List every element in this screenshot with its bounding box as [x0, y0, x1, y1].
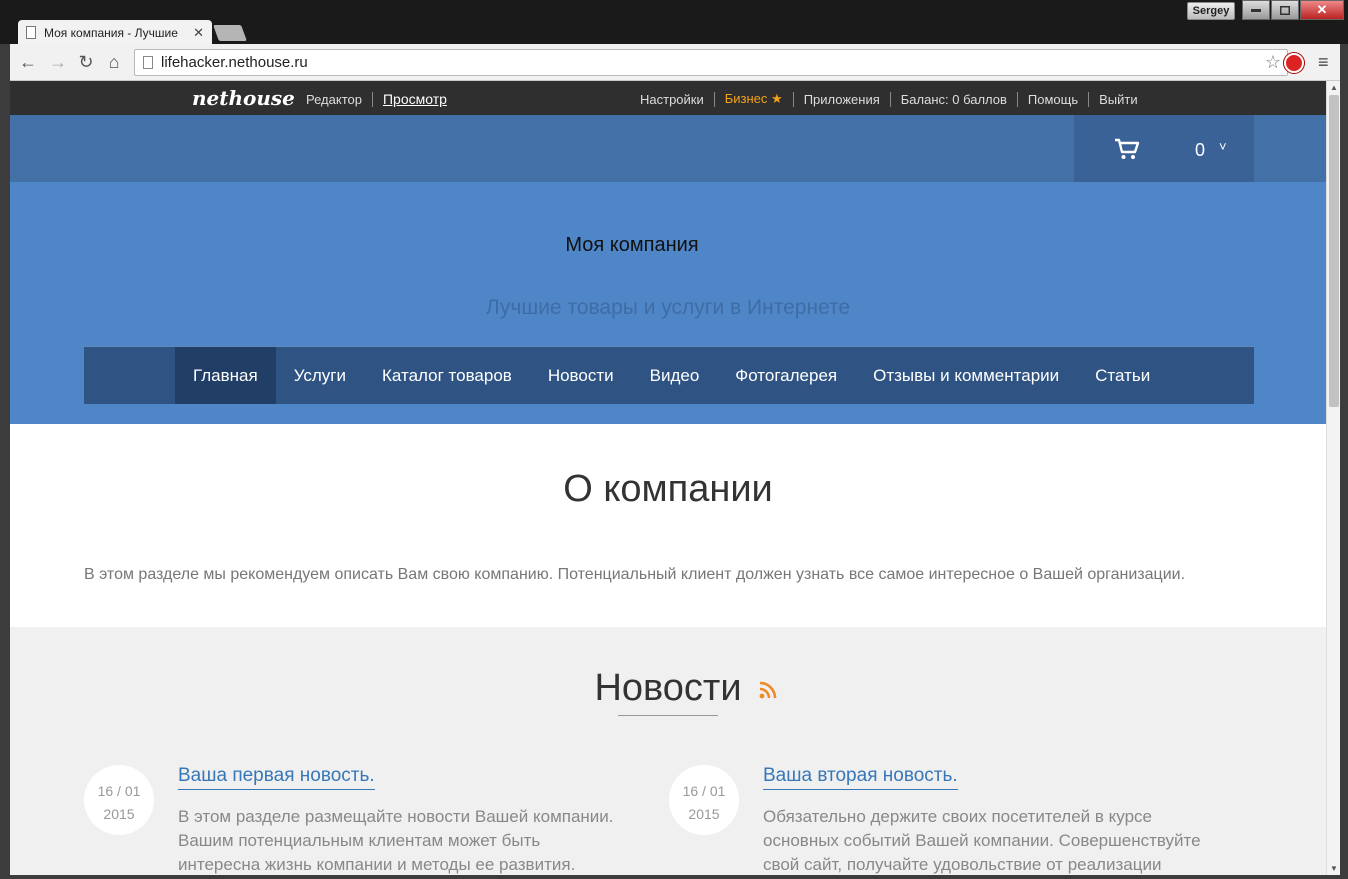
- tagline: Лучшие товары и услуги в Интернете: [485, 296, 851, 319]
- maximize-icon: [1280, 5, 1290, 15]
- browser-toolbar: ← → ↻ ⌂ lifehacker.nethouse.ru ☆ ≡: [10, 44, 1340, 81]
- news-year: 2015: [688, 806, 720, 822]
- cart-button[interactable]: 0 ˅: [1074, 115, 1254, 182]
- header-strip: 0 ˅: [10, 115, 1326, 182]
- bookmark-star-icon[interactable]: ☆: [1265, 50, 1281, 75]
- close-icon[interactable]: ✕: [193, 25, 204, 41]
- admin-bar: nethouse Редактор Просмотр Настройки Биз…: [10, 81, 1326, 115]
- nav-item-catalog[interactable]: Каталог товаров: [364, 347, 530, 404]
- maximize-button[interactable]: [1271, 0, 1299, 20]
- about-section: О компании В этом разделе мы рекомендуем…: [10, 424, 1326, 627]
- mode-switch: Редактор Просмотр: [306, 91, 447, 107]
- cart-icon: [1115, 138, 1140, 159]
- reload-icon[interactable]: ↻: [74, 50, 98, 74]
- apps-link[interactable]: Приложения: [804, 92, 880, 107]
- help-link[interactable]: Помощь: [1028, 92, 1078, 107]
- home-icon[interactable]: ⌂: [102, 50, 126, 74]
- hero-banner: Моя компания Лучшие товары и услуги в Ин…: [10, 182, 1326, 424]
- main-navigation: Главная Услуги Каталог товаров Новости В…: [84, 346, 1254, 404]
- news-date: 16 / 01: [97, 783, 141, 799]
- rss-icon[interactable]: [759, 681, 777, 699]
- nav-item-news[interactable]: Новости: [530, 347, 632, 404]
- vertical-scrollbar[interactable]: ▲ ▼: [1326, 81, 1340, 875]
- news-item-text: Обязательно держите своих посетителей в …: [763, 807, 1201, 874]
- settings-link[interactable]: Настройки: [640, 92, 704, 107]
- page-icon: [143, 56, 153, 69]
- logout-link[interactable]: Выйти: [1099, 92, 1138, 107]
- profile-button[interactable]: Sergey: [1187, 2, 1235, 20]
- cart-count: 0: [1195, 140, 1206, 160]
- window-titlebar: Моя компания - Лучшие ✕ Sergey ✕: [0, 0, 1348, 45]
- nav-item-reviews[interactable]: Отзывы и комментарии: [855, 347, 1077, 404]
- nav-item-video[interactable]: Видео: [632, 347, 718, 404]
- divider: [1016, 91, 1018, 107]
- browser-tab[interactable]: Моя компания - Лучшие ✕: [18, 20, 212, 45]
- nethouse-logo[interactable]: nethouse: [192, 86, 295, 110]
- balance-link[interactable]: Баланс: 0 баллов: [901, 92, 1007, 107]
- minimize-button[interactable]: [1242, 0, 1270, 20]
- admin-menu: Настройки Бизнес ★ Приложения Баланс: 0 …: [640, 91, 1138, 107]
- menu-icon[interactable]: ≡: [1318, 52, 1336, 72]
- scroll-up-icon[interactable]: ▲: [1327, 83, 1340, 92]
- divider: [371, 91, 373, 107]
- news-date: 16 / 01: [682, 783, 726, 799]
- news-date-badge: 16 / 01 2015: [84, 765, 154, 835]
- divider: [889, 91, 891, 107]
- back-icon[interactable]: ←: [16, 50, 40, 74]
- url-text: lifehacker.nethouse.ru: [161, 54, 308, 71]
- about-text: В этом разделе мы рекомендуем описать Ва…: [84, 566, 1186, 583]
- nav-item-home[interactable]: Главная: [175, 347, 276, 404]
- news-year: 2015: [103, 806, 135, 822]
- news-item-text: В этом разделе размещайте новости Вашей …: [178, 807, 614, 874]
- news-header: Новости: [10, 667, 1326, 710]
- divider: [1088, 91, 1090, 107]
- page-viewport: nethouse Редактор Просмотр Настройки Биз…: [10, 81, 1340, 875]
- chevron-down-icon: ˅: [1219, 139, 1227, 154]
- scrollbar-thumb[interactable]: [1329, 95, 1339, 407]
- view-link[interactable]: Просмотр: [383, 91, 447, 107]
- company-name: Моя компания: [565, 234, 699, 256]
- nav-item-articles[interactable]: Статьи: [1077, 347, 1168, 404]
- window-close-button[interactable]: ✕: [1300, 0, 1344, 20]
- divider: [713, 91, 715, 107]
- about-title: О компании: [563, 468, 773, 510]
- forward-icon[interactable]: →: [46, 50, 70, 74]
- nav-item-gallery[interactable]: Фотогалерея: [717, 347, 855, 404]
- business-link[interactable]: Бизнес ★: [725, 91, 783, 107]
- minimize-icon: [1251, 9, 1261, 12]
- news-title: Новости: [594, 667, 742, 709]
- news-divider: [618, 715, 718, 716]
- tab-title: Моя компания - Лучшие: [44, 25, 178, 40]
- news-date-badge: 16 / 01 2015: [669, 765, 739, 835]
- address-bar[interactable]: lifehacker.nethouse.ru ☆: [134, 49, 1288, 76]
- news-item-title-link[interactable]: Ваша первая новость.: [178, 765, 375, 790]
- nav-item-services[interactable]: Услуги: [276, 347, 364, 404]
- new-tab-button[interactable]: [213, 25, 247, 41]
- page-icon: [26, 26, 36, 39]
- divider: [792, 91, 794, 107]
- editor-link[interactable]: Редактор: [306, 92, 362, 107]
- news-item-title-link[interactable]: Ваша вторая новость.: [763, 765, 958, 790]
- adblock-icon[interactable]: [1284, 53, 1304, 73]
- scroll-down-icon[interactable]: ▼: [1327, 864, 1340, 873]
- news-section: Новости 16 / 01 2015 Ваша первая новость…: [10, 627, 1326, 875]
